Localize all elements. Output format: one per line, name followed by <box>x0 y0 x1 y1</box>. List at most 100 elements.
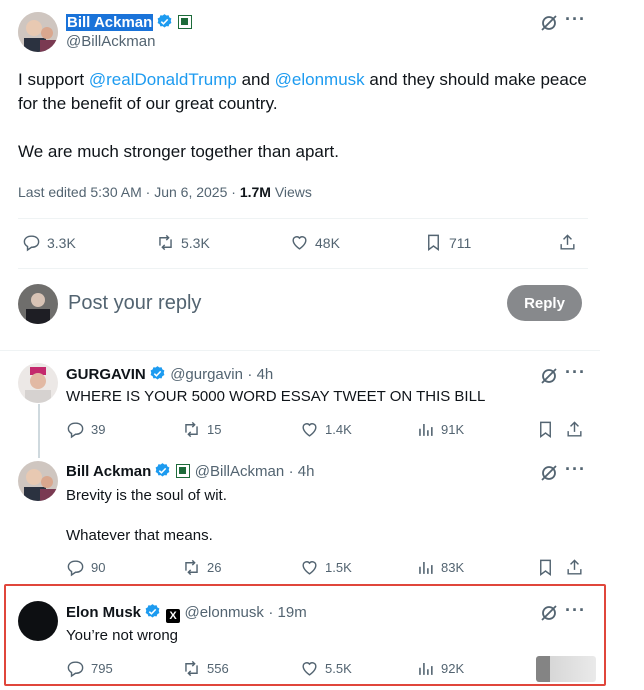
grok-icon[interactable] <box>539 366 559 386</box>
reply-count: 795 <box>91 661 113 676</box>
reply-button[interactable]: 90 <box>66 558 105 577</box>
author-name[interactable]: Bill Ackman <box>66 14 154 31</box>
reply-button[interactable]: 39 <box>66 420 105 439</box>
repost-count: 5.3K <box>181 234 210 251</box>
grok-icon[interactable] <box>539 463 559 483</box>
reply-submit-button[interactable]: Reply <box>507 285 582 321</box>
verified-badge-icon <box>155 463 170 477</box>
thread-line <box>38 404 40 458</box>
heart-icon <box>302 662 317 676</box>
author-handle[interactable]: @gurgavin <box>170 366 243 383</box>
like-count: 5.5K <box>325 661 352 676</box>
more-options-icon[interactable]: ··· <box>565 10 586 28</box>
author-name[interactable]: Bill Ackman <box>66 463 151 480</box>
like-button[interactable]: 1.5K <box>300 558 352 577</box>
like-button[interactable]: 48K <box>290 233 340 252</box>
grok-icon[interactable] <box>539 603 559 623</box>
avatar[interactable] <box>18 461 58 501</box>
like-count: 1.5K <box>325 560 352 575</box>
bookmark-icon <box>428 234 439 252</box>
verified-badge-icon <box>145 604 160 618</box>
avatar[interactable] <box>18 363 58 403</box>
repost-icon <box>159 234 172 251</box>
repost-count: 556 <box>207 661 229 676</box>
reply-text: You’re not wrong <box>66 627 179 644</box>
tweet-meta: Last edited 5:30 AM · Jun 6, 2025 · 1.7M… <box>18 184 312 200</box>
tweet-text: I support @realDonaldTrump and @elonmusk… <box>18 68 588 116</box>
reply-icon <box>67 422 84 439</box>
views-count: 91K <box>441 422 465 437</box>
heart-icon <box>302 561 317 575</box>
bookmark-button[interactable] <box>536 420 561 439</box>
like-button[interactable]: 5.5K <box>300 659 352 678</box>
reply-text-line2: Whatever that means. <box>66 527 213 544</box>
share-icon <box>560 234 575 250</box>
author-name[interactable]: Elon Musk <box>66 604 141 621</box>
reply-time[interactable]: · 4h <box>289 463 315 480</box>
analytics-icon <box>419 423 433 436</box>
bookmark-button[interactable]: 711 <box>424 233 471 252</box>
views-label: Views <box>270 184 312 200</box>
heart-icon <box>302 423 317 437</box>
reply-icon <box>67 560 84 577</box>
repost-icon <box>185 660 198 677</box>
analytics-icon <box>419 561 433 574</box>
reply-count: 3.3K <box>47 234 76 251</box>
repost-button[interactable]: 26 <box>182 558 221 577</box>
repost-count: 26 <box>207 560 222 575</box>
repost-button[interactable]: 5.3K <box>156 233 210 252</box>
author-name[interactable]: GURGAVIN <box>66 366 146 383</box>
affiliate-badge-icon <box>178 15 193 29</box>
bookmark-icon <box>540 421 551 439</box>
more-options-icon[interactable]: ··· <box>565 460 586 478</box>
grok-icon[interactable] <box>539 13 559 33</box>
reply-input[interactable]: Post your reply <box>68 292 201 315</box>
repost-icon <box>185 559 198 576</box>
mention-link[interactable]: @realDonaldTrump <box>89 70 237 89</box>
tweet-timestamp[interactable]: Last edited 5:30 AM · Jun 6, 2025 · <box>18 184 240 200</box>
views-button[interactable]: 91K <box>416 420 464 439</box>
mention-link[interactable]: @elonmusk <box>275 70 365 89</box>
tweet-text-part: I support <box>18 70 89 89</box>
repost-button[interactable]: 15 <box>182 420 221 439</box>
reply-count: 90 <box>91 560 106 575</box>
like-count: 1.4K <box>325 422 352 437</box>
avatar[interactable] <box>18 601 58 641</box>
verified-badge-icon <box>150 366 165 380</box>
like-count: 48K <box>315 234 340 251</box>
avatar[interactable] <box>18 12 58 52</box>
share-button[interactable] <box>558 233 583 252</box>
x-badge-icon: X <box>166 609 181 623</box>
reply-icon <box>67 661 84 678</box>
reply-time[interactable]: · 4h <box>247 366 273 383</box>
reply-icon <box>23 235 40 252</box>
author-handle[interactable]: @BillAckman <box>66 33 155 50</box>
bookmark-count: 711 <box>449 234 472 251</box>
current-user-avatar[interactable] <box>18 284 58 324</box>
watermark-overlay <box>536 656 596 682</box>
reply-button[interactable]: 795 <box>66 659 113 678</box>
more-options-icon[interactable]: ··· <box>565 363 586 381</box>
reply-text: WHERE IS YOUR 5000 WORD ESSAY TWEET ON T… <box>66 388 486 405</box>
author-handle[interactable]: @elonmusk <box>184 604 263 621</box>
share-button[interactable] <box>565 420 590 439</box>
reply-button[interactable]: 3.3K <box>22 233 76 252</box>
repost-button[interactable]: 556 <box>182 659 229 678</box>
share-button[interactable] <box>565 558 590 577</box>
share-icon <box>567 421 582 437</box>
views-button[interactable]: 92K <box>416 659 464 678</box>
bookmark-button[interactable] <box>536 558 561 577</box>
bookmark-icon <box>540 559 551 577</box>
reply-count: 39 <box>91 422 106 437</box>
verified-badge-icon <box>157 14 172 28</box>
repost-count: 15 <box>207 422 222 437</box>
views-count: 1.7M <box>239 184 271 200</box>
views-button[interactable]: 83K <box>416 558 464 577</box>
like-button[interactable]: 1.4K <box>300 420 352 439</box>
author-handle[interactable]: @BillAckman <box>195 463 284 480</box>
share-icon <box>567 559 582 575</box>
reply-time[interactable]: · 19m <box>268 604 306 621</box>
more-options-icon[interactable]: ··· <box>565 601 586 619</box>
views-count: 83K <box>441 560 465 575</box>
repost-icon <box>185 421 198 438</box>
